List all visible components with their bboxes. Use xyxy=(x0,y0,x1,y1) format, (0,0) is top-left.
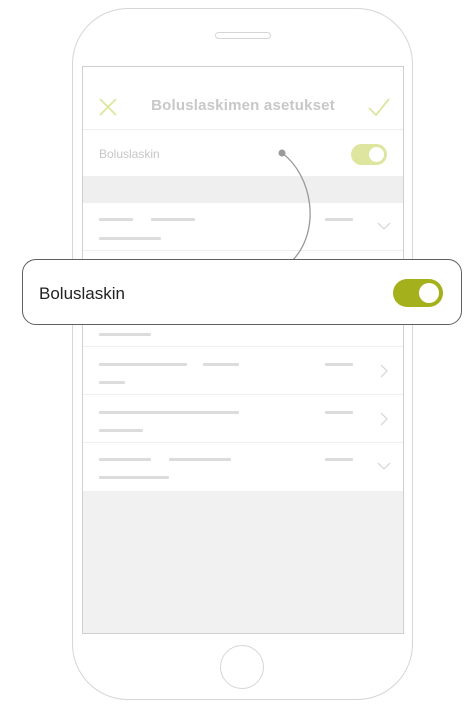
toggle-knob xyxy=(419,283,439,303)
placeholder-bar xyxy=(325,363,353,366)
boluslaskin-toggle[interactable] xyxy=(351,144,387,165)
placeholder-bar xyxy=(99,429,143,432)
chevron-down-icon xyxy=(377,462,391,470)
placeholder-bar xyxy=(325,411,353,414)
placeholder-bar xyxy=(99,381,125,384)
page-title: Boluslaskimen asetukset xyxy=(151,97,335,114)
placeholder-bar xyxy=(151,218,195,221)
callout-label: Boluslaskin xyxy=(39,284,125,303)
chevron-right-icon xyxy=(380,364,388,378)
callout-boluslaskin-toggle[interactable] xyxy=(393,279,443,307)
chevron-right-icon xyxy=(380,412,388,426)
placeholder-bar xyxy=(99,333,151,336)
placeholder-bar xyxy=(99,218,133,221)
phone-home-button xyxy=(220,645,264,689)
app-screen: Boluslaskimen asetukset Boluslaskin xyxy=(82,66,404,634)
zoom-callout: Boluslaskin xyxy=(22,259,462,325)
placeholder-bar xyxy=(99,476,169,479)
list-item[interactable] xyxy=(83,395,403,443)
setting-label: Boluslaskin xyxy=(99,147,160,161)
toggle-knob xyxy=(369,147,384,162)
list-item[interactable] xyxy=(83,347,403,395)
placeholder-bar xyxy=(99,237,161,240)
list-item[interactable] xyxy=(83,443,403,491)
placeholder-bar xyxy=(325,458,353,461)
placeholder-bar xyxy=(203,363,239,366)
list-item[interactable] xyxy=(83,203,403,251)
section-separator xyxy=(83,177,403,203)
placeholder-bar xyxy=(169,458,231,461)
setting-row-boluslaskin: Boluslaskin xyxy=(83,130,403,177)
nav-bar: Boluslaskimen asetukset xyxy=(83,67,403,130)
placeholder-bar xyxy=(325,218,353,221)
chevron-down-icon xyxy=(377,222,391,230)
placeholder-bar xyxy=(99,458,151,461)
placeholder-bar xyxy=(99,411,239,414)
placeholder-bar xyxy=(99,363,187,366)
checkmark-icon[interactable] xyxy=(367,96,391,118)
phone-speaker xyxy=(215,32,271,39)
